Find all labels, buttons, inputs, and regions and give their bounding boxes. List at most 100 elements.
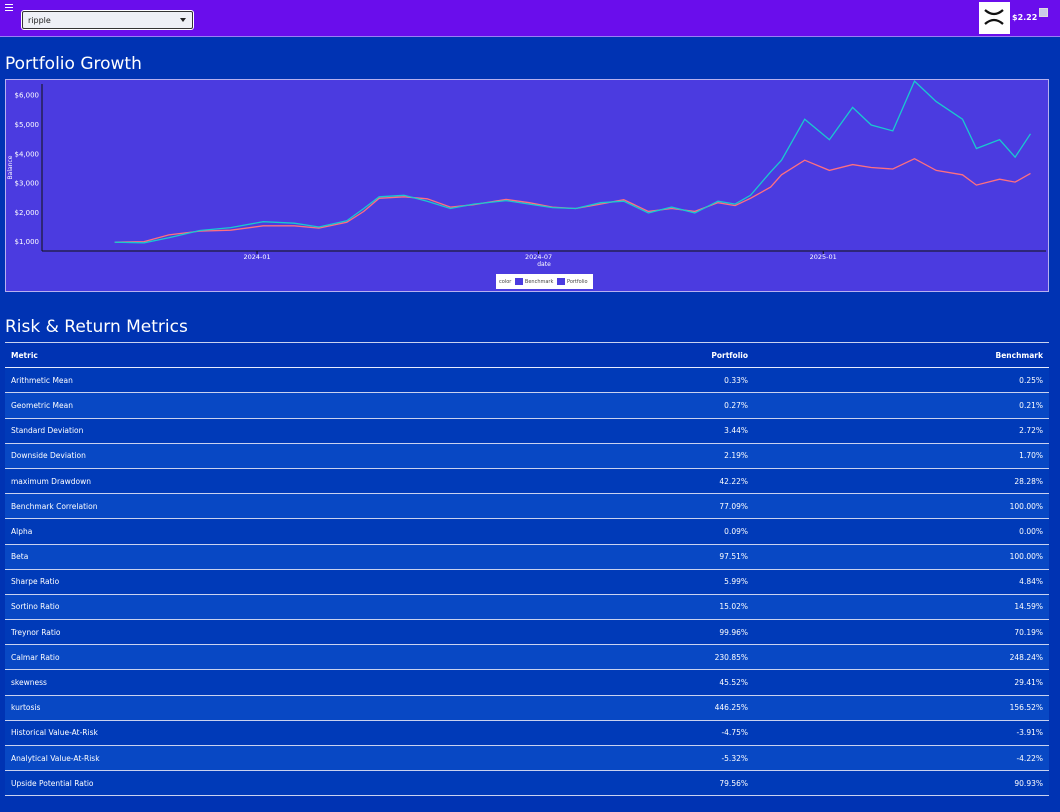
chart-svg: $1,000 $2,000 $3,000 $4,000 $5,000 $6,000 2024… <box>7 79 1046 268</box>
benchmark-value-cell: 70.19% <box>1014 627 1043 637</box>
legend-title: color <box>499 279 512 285</box>
metric-name-cell: Alpha <box>11 526 33 536</box>
portfolio-value-cell: 446.25% <box>714 703 748 713</box>
table-row: maximum Drawdown 42.22% 28.28% <box>5 468 1049 495</box>
risk-return-title: Risk & Return Metrics <box>5 317 188 337</box>
benchmark-value-cell: 4.84% <box>1019 577 1043 587</box>
table-row: Historical Value-At-Risk -4.75% -3.91% <box>5 720 1049 746</box>
benchmark-value-cell: 100.00% <box>1009 552 1043 562</box>
table-row: Arithmetic Mean 0.33% 0.25% <box>5 368 1049 394</box>
table-row: kurtosis 446.25% 156.52% <box>5 695 1049 721</box>
calculator-icon[interactable] <box>1039 8 1048 17</box>
asset-select-value: ripple <box>28 16 51 25</box>
metric-name-cell: Analytical Value-At-Risk <box>11 753 100 763</box>
portfolio-value-cell: 99.96% <box>719 627 748 637</box>
table-row: Sharpe Ratio 5.99% 4.84% <box>5 569 1049 595</box>
benchmark-value-cell: 2.72% <box>1019 426 1043 436</box>
table-row: Upside Potential Ratio 79.56% 90.93% <box>5 771 1049 797</box>
benchmark-value-cell: -3.91% <box>1016 728 1043 738</box>
metrics-table: Metric Portfolio Benchmark Arithmetic Me… <box>5 342 1049 797</box>
chevron-down-icon <box>180 18 186 22</box>
benchmark-value-cell: 90.93% <box>1014 778 1043 788</box>
benchmark-value-cell: 1.70% <box>1019 451 1043 461</box>
table-row: Alpha 0.09% 0.00% <box>5 519 1049 545</box>
benchmark-value-cell: 156.52% <box>1009 703 1043 713</box>
metric-name-cell: Downside Deviation <box>11 451 86 461</box>
table-row: Geometric Mean 0.27% 0.21% <box>5 393 1049 419</box>
header-metric[interactable]: Metric <box>5 351 605 360</box>
benchmark-value-cell: 0.21% <box>1019 400 1043 410</box>
benchmark-value-cell: 0.25% <box>1019 375 1043 385</box>
ripple-logo <box>979 2 1010 34</box>
portfolio-value-cell: -4.75% <box>721 728 748 738</box>
metric-name-cell: Treynor Ratio <box>11 627 61 637</box>
metric-name-cell: Geometric Mean <box>11 400 73 410</box>
series-line-benchmark <box>114 157 1031 243</box>
benchmark-value-cell: -4.22% <box>1016 753 1043 763</box>
table-header-row: Metric Portfolio Benchmark <box>5 343 1049 369</box>
x-tick-label: 2024-07 <box>525 253 552 261</box>
portfolio-value-cell: 15.02% <box>719 602 748 612</box>
y-axis-title: Balance <box>7 155 14 179</box>
metric-name-cell: Sharpe Ratio <box>11 577 60 587</box>
portfolio-value-cell: 79.56% <box>719 778 748 788</box>
y-tick-label: $6,000 <box>15 92 40 100</box>
table-row: Downside Deviation 2.19% 1.70% <box>5 443 1049 469</box>
table-row: Beta 97.51% 100.00% <box>5 544 1049 570</box>
benchmark-value-cell: 28.28% <box>1014 476 1043 486</box>
metric-name-cell: kurtosis <box>11 703 41 713</box>
legend-swatch-benchmark <box>514 278 523 285</box>
asset-select[interactable]: ripple <box>22 11 193 29</box>
y-tick-label: $5,000 <box>15 121 40 129</box>
metric-name-cell: Sortino Ratio <box>11 602 60 612</box>
portfolio-value-cell: 3.44% <box>724 426 748 436</box>
legend-label-benchmark[interactable]: Benchmark <box>525 279 553 285</box>
table-row: Benchmark Correlation 77.09% 100.00% <box>5 494 1049 520</box>
portfolio-value-cell: 42.22% <box>719 476 748 486</box>
series-line-portfolio <box>114 79 1032 244</box>
portfolio-value-cell: 5.99% <box>724 577 748 587</box>
y-tick-label: $3,000 <box>15 180 40 188</box>
metric-name-cell: Arithmetic Mean <box>11 375 73 385</box>
table-row: Standard Deviation 3.44% 2.72% <box>5 418 1049 444</box>
metric-name-cell: skewness <box>11 678 47 688</box>
table-row: Calmar Ratio 230.85% 248.24% <box>5 645 1049 671</box>
x-tick-label: 2024-01 <box>243 253 270 261</box>
benchmark-value-cell: 0.00% <box>1019 526 1043 536</box>
hamburger-menu-icon[interactable] <box>5 4 13 12</box>
table-row: Treynor Ratio 99.96% 70.19% <box>5 620 1049 646</box>
y-tick-label: $4,000 <box>15 150 40 158</box>
legend-label-portfolio[interactable]: Portfolio <box>567 279 588 285</box>
growth-chart: $1,000 $2,000 $3,000 $4,000 $5,000 $6,000 2024… <box>5 79 1049 292</box>
portfolio-value-cell: -5.32% <box>721 753 748 763</box>
portfolio-growth-title: Portfolio Growth <box>5 54 142 74</box>
benchmark-value-cell: 248.24% <box>1009 652 1043 662</box>
table-row: skewness 45.52% 29.41% <box>5 670 1049 696</box>
legend-swatch-portfolio <box>556 278 565 285</box>
header-benchmark[interactable]: Benchmark <box>748 351 1049 360</box>
benchmark-value-cell: 29.41% <box>1014 678 1043 688</box>
x-tick-label: 2025-01 <box>810 253 837 261</box>
table-row: Analytical Value-At-Risk -5.32% -4.22% <box>5 746 1049 772</box>
metric-name-cell: Historical Value-At-Risk <box>11 728 98 738</box>
header-portfolio[interactable]: Portfolio <box>605 351 748 360</box>
y-tick-label: $1,000 <box>15 238 40 246</box>
portfolio-value-cell: 77.09% <box>719 501 748 511</box>
portfolio-value-cell: 45.52% <box>719 678 748 688</box>
price-label: $2.22 <box>1012 13 1038 22</box>
portfolio-value-cell: 2.19% <box>724 451 748 461</box>
benchmark-value-cell: 100.00% <box>1009 501 1043 511</box>
metric-name-cell: Benchmark Correlation <box>11 501 98 511</box>
metric-name-cell: Upside Potential Ratio <box>11 778 94 788</box>
chart-legend: color Benchmark Portfolio <box>496 274 593 289</box>
portfolio-value-cell: 0.27% <box>724 400 748 410</box>
portfolio-value-cell: 0.33% <box>724 375 748 385</box>
metric-name-cell: Beta <box>11 552 29 562</box>
metric-name-cell: Standard Deviation <box>11 426 84 436</box>
x-axis-title: date <box>537 261 551 268</box>
y-tick-label: $2,000 <box>15 209 40 217</box>
table-row: Sortino Ratio 15.02% 14.59% <box>5 594 1049 621</box>
portfolio-value-cell: 230.85% <box>714 652 748 662</box>
benchmark-value-cell: 14.59% <box>1014 602 1043 612</box>
portfolio-value-cell: 97.51% <box>719 552 748 562</box>
